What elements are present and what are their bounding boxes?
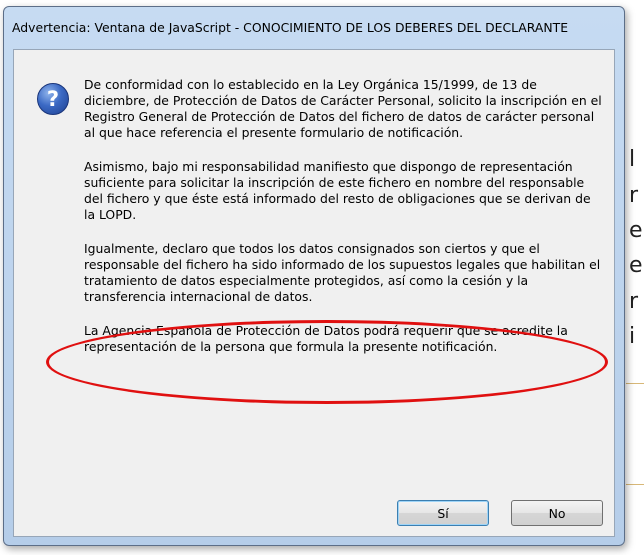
background-text-fragment: e — [629, 253, 643, 278]
message-paragraph: La Agencia Española de Protección de Dat… — [84, 323, 568, 354]
alert-dialog: Advertencia: Ventana de JavaScript - CON… — [3, 6, 625, 546]
message-paragraph: Igualmente, declaro que todos los datos … — [84, 241, 601, 304]
no-button[interactable]: No — [511, 500, 603, 526]
background-text-fragment: l — [629, 147, 636, 172]
background-text-fragment: i — [629, 324, 636, 349]
dialog-message: De conformidad con lo establecido en la … — [84, 77, 604, 373]
message-paragraph: De conformidad con lo establecido en la … — [84, 77, 602, 140]
background-text-fragment: r — [629, 183, 639, 208]
yes-button[interactable]: Sí — [397, 500, 489, 526]
question-icon: ? — [37, 83, 69, 115]
dialog-title[interactable]: Advertencia: Ventana de JavaScript - CON… — [4, 7, 624, 49]
background-divider — [626, 383, 644, 384]
background-divider — [626, 484, 644, 485]
background-text-fragment: e — [629, 218, 643, 243]
background-text-fragment: r — [629, 289, 639, 314]
message-paragraph: Asimismo, bajo mi responsabilidad manifi… — [84, 159, 591, 222]
dialog-body: ? De conformidad con lo establecido en l… — [13, 49, 615, 537]
